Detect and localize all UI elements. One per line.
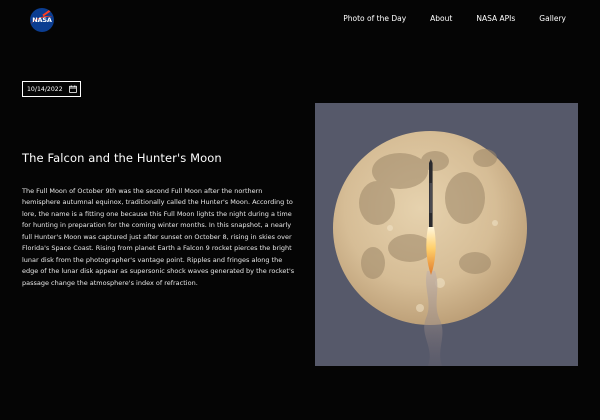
apod-photo[interactable] — [315, 103, 578, 366]
nasa-logo-icon[interactable]: NASA — [30, 8, 54, 32]
date-value: 10/14/2022 — [27, 85, 63, 93]
calendar-icon[interactable] — [69, 85, 77, 93]
main-nav: Photo of the Day About NASA APIs Gallery — [343, 14, 566, 23]
nav-nasa-apis[interactable]: NASA APIs — [476, 14, 515, 23]
apod-title: The Falcon and the Hunter's Moon — [22, 151, 222, 165]
date-picker-input[interactable]: 10/14/2022 — [22, 81, 81, 97]
apod-explanation: The Full Moon of October 9th was the sec… — [22, 187, 295, 287]
nav-photo-of-the-day[interactable]: Photo of the Day — [343, 14, 406, 23]
logo-text: NASA — [32, 15, 52, 24]
nav-about[interactable]: About — [430, 14, 452, 23]
nav-gallery[interactable]: Gallery — [539, 14, 566, 23]
photo-rocket-stripe — [429, 183, 432, 213]
